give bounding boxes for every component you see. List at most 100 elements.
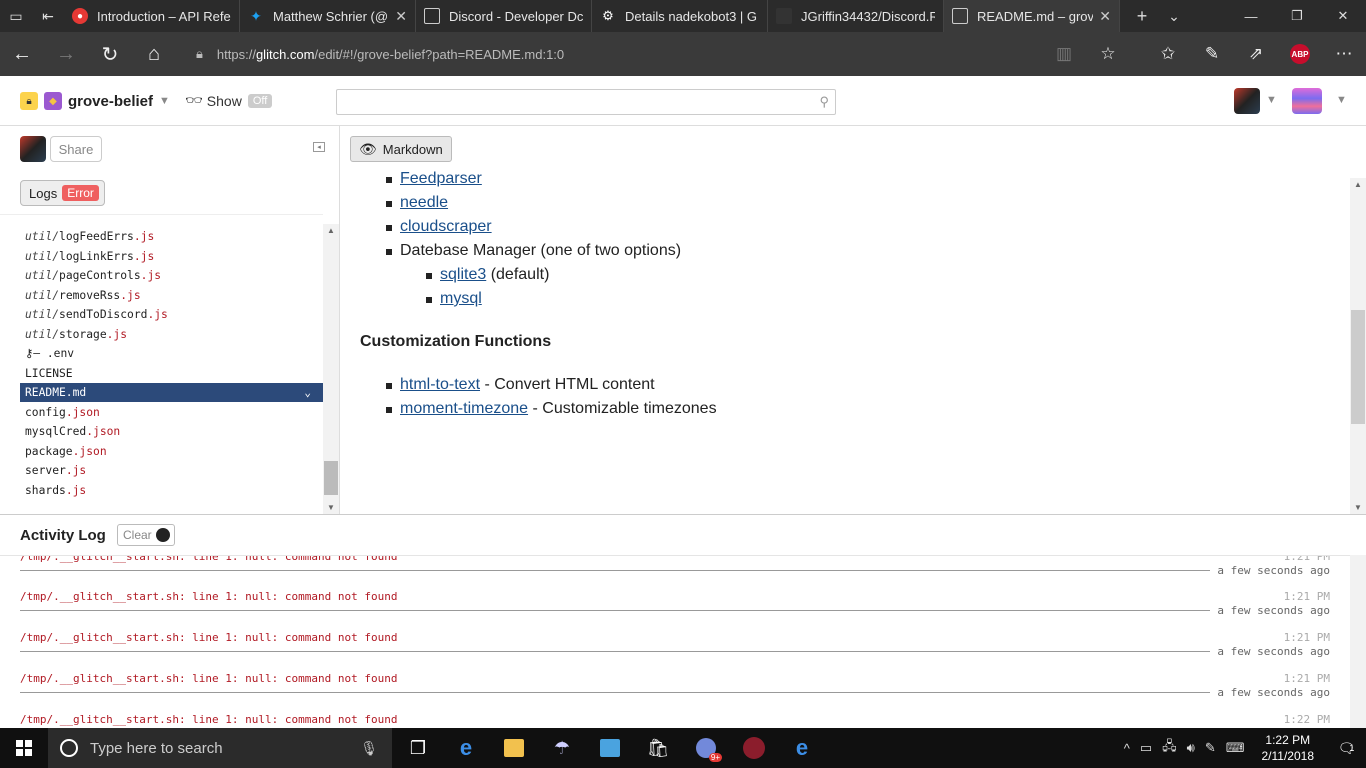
file-item[interactable]: util/pageControls.js — [20, 266, 323, 285]
address-bar[interactable]: 🔒︎ https://glitch.com/edit/#!/grove-beli… — [196, 32, 564, 76]
close-window-icon[interactable]: ✕ — [1320, 0, 1366, 32]
chevron-down-icon[interactable]: ▼ — [1266, 94, 1277, 106]
dependency-link[interactable]: moment-timezone — [400, 400, 528, 417]
browser-tab-3[interactable]: ⚙ Details nadekobot3 | G — [592, 0, 768, 32]
app-icon[interactable]: ☂ — [538, 728, 586, 768]
back-icon[interactable]: ← — [0, 32, 44, 76]
keyboard-icon[interactable]: ⌨ — [1221, 740, 1250, 756]
log-divider — [20, 570, 1210, 571]
restore-icon[interactable]: ❐ — [1274, 0, 1320, 32]
minimize-icon[interactable]: — — [1228, 0, 1274, 32]
volume-icon[interactable]: 🔊︎ — [1182, 740, 1200, 756]
file-item[interactable]: mysqlCred.json — [20, 422, 323, 441]
browser-tab-5[interactable]: README.md – grov ✕ — [944, 0, 1120, 32]
reading-view-icon[interactable]: ▥ — [1042, 32, 1086, 76]
file-item[interactable]: util/logLinkErrs.js — [20, 247, 323, 266]
app-icon[interactable] — [586, 728, 634, 768]
discord-icon[interactable]: 9+ — [682, 728, 730, 768]
file-item[interactable]: shards.js — [20, 481, 323, 500]
network-icon[interactable]: 🖧︎ — [1157, 737, 1182, 759]
file-item[interactable]: config.json — [20, 403, 323, 422]
system-tray: ^ ▭ 🖧︎ 🔊︎ ✎ ⌨ 1:22 PM 2/11/2018 🗨︎ 1 — [1119, 728, 1366, 768]
project-menu[interactable]: 🔒︎ ◆ grove-belief ▼ — [20, 92, 170, 110]
file-item[interactable]: README.md ⌄ — [20, 383, 323, 402]
dependency-link[interactable]: needle — [400, 194, 448, 211]
task-view-icon[interactable]: ❐ — [394, 728, 442, 768]
internet-explorer-icon[interactable]: e — [778, 728, 826, 768]
file-explorer-icon[interactable] — [490, 728, 538, 768]
file-tree-scrollbar[interactable]: ▲ ▼ — [323, 224, 339, 514]
taskbar-search-input[interactable]: Type here to search 🎙︎ — [48, 728, 392, 768]
file-item[interactable]: package.json — [20, 442, 323, 461]
scroll-up-icon[interactable]: ▲ — [1354, 180, 1362, 189]
gear-icon: ⚙ — [602, 8, 614, 23]
dependency-link[interactable]: mysql — [440, 290, 482, 307]
file-item[interactable]: LICENSE — [20, 364, 323, 383]
user-avatar[interactable] — [1234, 88, 1260, 114]
notification-badge: 9+ — [708, 753, 722, 762]
chevron-down-icon[interactable]: ⌄ — [1158, 0, 1190, 32]
scroll-down-icon[interactable]: ▼ — [1354, 503, 1362, 512]
tab-preview-icon[interactable]: ▭ — [0, 0, 32, 32]
show-button[interactable]: 👓︎ Show Off — [185, 92, 273, 109]
adblock-button[interactable]: ABP — [1278, 32, 1322, 76]
scroll-thumb[interactable] — [1351, 310, 1365, 424]
browser-tab-1[interactable]: ✦ Matthew Schrier (@ ✕ — [240, 0, 416, 32]
file-ext: .js — [65, 464, 87, 477]
pen-icon[interactable]: ✎ — [1200, 740, 1221, 756]
close-tab-icon[interactable]: ✕ — [395, 8, 407, 25]
file-item[interactable]: util/logFeedErrs.js — [20, 227, 323, 246]
url-path: /edit/#!/grove-belief?path=README.md:1:0 — [314, 46, 565, 62]
logs-button[interactable]: Logs Error — [20, 180, 105, 206]
activity-log-scrollbar[interactable] — [1350, 555, 1366, 729]
favorite-star-icon[interactable]: ☆ — [1086, 32, 1130, 76]
markdown-preview: Feedparser needle cloudscraper Datebase … — [340, 126, 1366, 514]
forward-icon[interactable]: → — [44, 32, 88, 76]
file-item[interactable]: server.js — [20, 461, 323, 480]
chevron-down-icon[interactable]: ⌄ — [304, 383, 311, 402]
favorites-hub-icon[interactable]: ✩ — [1146, 32, 1190, 76]
scroll-down-icon[interactable]: ▼ — [327, 503, 335, 512]
file-item[interactable]: util/sendToDiscord.js — [20, 305, 323, 324]
microphone-icon[interactable]: 🎙︎ — [360, 740, 378, 757]
file-item[interactable]: util/removeRss.js — [20, 286, 323, 305]
set-tabs-aside-icon[interactable]: ⇤ — [32, 0, 64, 32]
preview-scrollbar[interactable]: ▲ ▼ — [1350, 178, 1366, 514]
home-icon[interactable]: ⌂ — [132, 32, 176, 76]
file-item[interactable]: ⚷‒ .env — [20, 344, 323, 363]
log-entry: /tmp/.__glitch__start.sh: line 1: null: … — [20, 590, 1330, 631]
browser-tab-0[interactable]: ● Introduction – API Refe — [64, 0, 240, 32]
edge-icon[interactable]: e — [442, 728, 490, 768]
browser-tab-4[interactable]: JGriffin34432/Discord.R — [768, 0, 944, 32]
new-tab-icon[interactable]: + — [1126, 0, 1158, 32]
action-center-icon[interactable]: 🗨︎ 1 — [1326, 740, 1366, 757]
battery-icon[interactable]: ▭ — [1135, 740, 1157, 756]
app-icon[interactable] — [730, 728, 778, 768]
markdown-toggle-button[interactable]: 👁︎ Markdown — [350, 136, 452, 162]
chevron-down-icon[interactable]: ▼ — [1336, 94, 1347, 106]
share-icon[interactable]: ⇗ — [1234, 32, 1278, 76]
browser-tab-2[interactable]: Discord - Developer Dc — [416, 0, 592, 32]
start-button[interactable] — [0, 728, 48, 768]
chevron-up-icon[interactable]: ^ — [1119, 741, 1135, 756]
dependency-link[interactable]: html-to-text — [400, 376, 480, 393]
close-tab-icon[interactable]: ✕ — [1099, 8, 1111, 25]
store-icon[interactable]: 🛍︎ — [634, 728, 682, 768]
pen-icon[interactable]: ✎ — [1190, 32, 1234, 76]
clear-log-button[interactable]: Clear — [117, 524, 175, 546]
dependency-link[interactable]: Feedparser — [400, 170, 482, 187]
user-avatar[interactable] — [20, 136, 46, 162]
dependency-link[interactable]: sqlite3 — [440, 266, 486, 283]
glitch-logo-icon[interactable] — [1292, 88, 1322, 114]
file-item[interactable]: util/storage.js — [20, 325, 323, 344]
scroll-thumb[interactable] — [324, 461, 338, 495]
search-input[interactable]: ⚲ — [336, 89, 836, 115]
dependency-link[interactable]: cloudscraper — [400, 218, 492, 235]
more-icon[interactable]: ⋯ — [1322, 32, 1366, 76]
share-button[interactable]: Share — [50, 136, 102, 162]
collapse-sidebar-icon[interactable]: ◂ — [313, 142, 325, 152]
refresh-icon[interactable]: ↻ — [88, 32, 132, 76]
file-ext: .js — [120, 288, 141, 302]
clock[interactable]: 1:22 PM 2/11/2018 — [1250, 732, 1327, 764]
scroll-up-icon[interactable]: ▲ — [327, 226, 335, 235]
